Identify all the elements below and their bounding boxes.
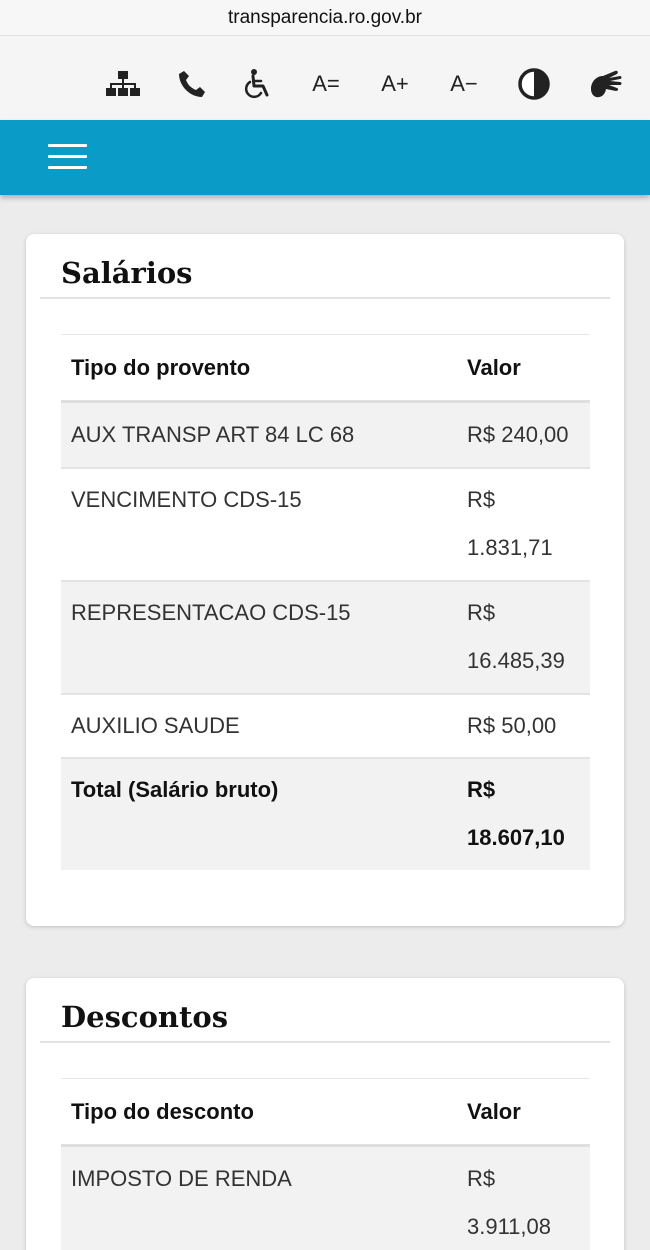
row-tipo: VENCIMENTO CDS-15 [71, 487, 302, 512]
table-row: IMPOSTO DE RENDA R$ 3.911,08 [61, 1145, 590, 1250]
descontos-card: Descontos Tipo do desconto Valor IMPOSTO… [26, 978, 624, 1250]
column-header-valor: Valor [467, 1099, 521, 1124]
total-row: Total (Salário bruto) R$ 18.607,10 [61, 758, 590, 870]
contrast-icon[interactable] [514, 66, 554, 102]
divider [40, 1041, 610, 1043]
wheelchair-icon[interactable] [238, 66, 278, 102]
row-valor: R$ 3.911,08 [467, 1166, 552, 1239]
table-row: AUXILIO SAUDE R$ 50,00 [61, 694, 590, 758]
table-header-row: Tipo do provento Valor [61, 334, 590, 402]
font-increase-button[interactable]: A+ [375, 66, 415, 102]
table-row: REPRESENTACAO CDS-15 R$ 16.485,39 [61, 581, 590, 694]
font-decrease-button[interactable]: A− [444, 66, 484, 102]
table-row: AUX TRANSP ART 84 LC 68 R$ 240,00 [61, 401, 590, 468]
descontos-table: Tipo do desconto Valor IMPOSTO DE RENDA … [61, 1078, 590, 1250]
font-increase-label: A+ [381, 71, 409, 96]
row-valor: R$ 50,00 [467, 713, 557, 738]
column-header-valor: Valor [467, 355, 521, 380]
column-header-tipo: Tipo do desconto [71, 1099, 254, 1124]
url-bar[interactable]: transparencia.ro.gov.br [0, 0, 650, 36]
salarios-table: Tipo do provento Valor AUX TRANSP ART 84… [61, 334, 590, 870]
row-tipo: AUX TRANSP ART 84 LC 68 [71, 422, 355, 447]
table-row: VENCIMENTO CDS-15 R$ 1.831,71 [61, 468, 590, 581]
menu-icon[interactable] [48, 142, 87, 172]
row-tipo: IMPOSTO DE RENDA [71, 1166, 292, 1191]
row-valor: R$ 16.485,39 [467, 600, 565, 673]
font-reset-label: A= [312, 71, 340, 96]
url-text: transparencia.ro.gov.br [228, 6, 422, 28]
font-reset-button[interactable]: A= [306, 66, 346, 102]
top-navbar [0, 120, 650, 195]
row-tipo: AUXILIO SAUDE [71, 713, 240, 738]
total-label: Total (Salário bruto) [71, 777, 279, 802]
table-header-row: Tipo do desconto Valor [61, 1078, 590, 1146]
descontos-title: Descontos [61, 1000, 229, 1034]
row-valor: R$ 240,00 [467, 422, 569, 447]
salarios-card: Salários Tipo do provento Valor AUX TRAN… [26, 234, 624, 926]
phone-icon[interactable] [172, 66, 212, 102]
font-decrease-label: A− [450, 71, 478, 96]
total-valor: R$ 18.607,10 [467, 777, 565, 850]
row-valor: R$ 1.831,71 [467, 487, 553, 560]
sitemap-icon[interactable] [103, 66, 143, 102]
row-tipo: REPRESENTACAO CDS-15 [71, 600, 351, 625]
accessibility-toolbar: A= A+ A− [0, 36, 650, 120]
column-header-tipo: Tipo do provento [71, 355, 251, 380]
salarios-title: Salários [61, 256, 193, 290]
divider [40, 297, 610, 299]
sign-language-icon[interactable] [585, 66, 625, 102]
